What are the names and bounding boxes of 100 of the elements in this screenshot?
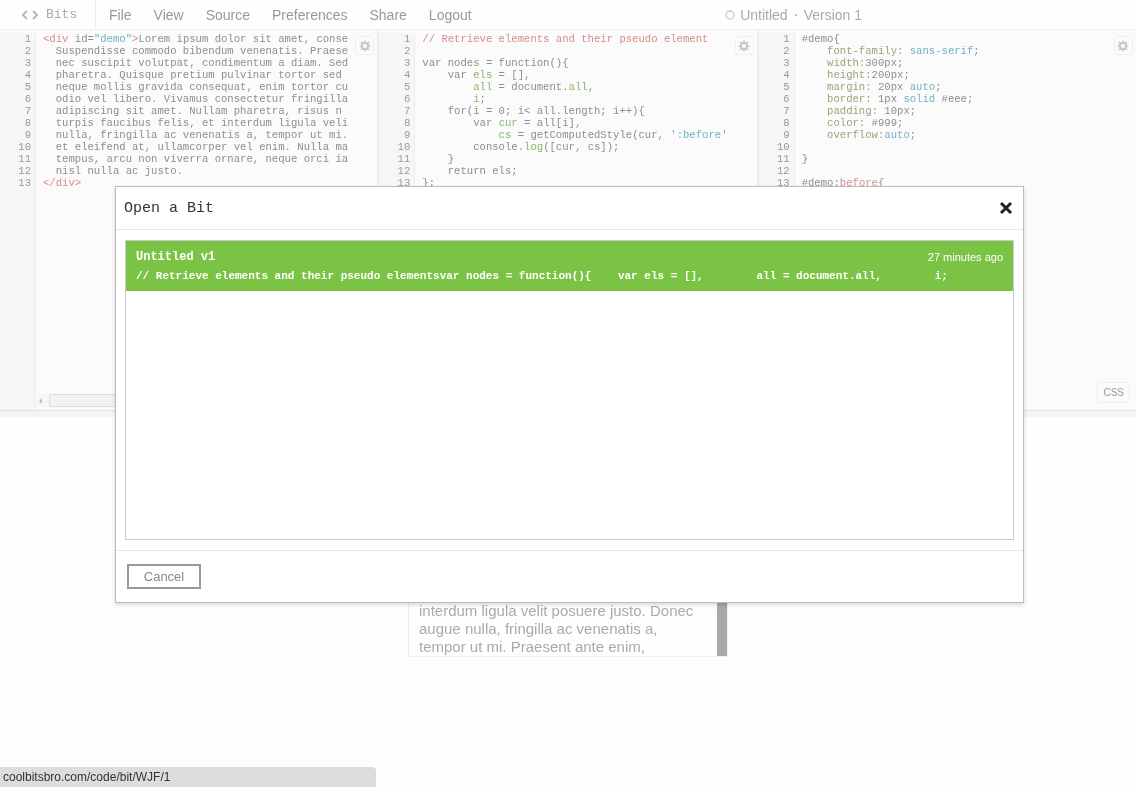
line-number: 7 [23, 105, 31, 117]
code-line: Suspendisse commodo bibendum venenatis. Praese [54, 45, 349, 57]
code-line: var els = [], [446, 69, 531, 81]
code-line: var cur = all[i], [472, 117, 582, 129]
line-number: 1 [23, 33, 31, 45]
line-number: 6 [23, 93, 31, 105]
line-number: 5 [23, 81, 31, 93]
code-line: width:300px; [826, 57, 904, 69]
line-number: 4 [402, 69, 411, 81]
code-line: border: 1px solid #eee; [826, 93, 974, 105]
code-line: turpis faucibus felis, et interdum ligula veli [54, 117, 349, 129]
code-line: pharetra. Quisque pretium pulvinar tortor sed [54, 69, 342, 81]
line-number: 12 [396, 165, 411, 177]
preview-text: augue nulla, fringilla ac venenatis a, [419, 620, 659, 638]
line-number: 13 [17, 177, 31, 189]
line-number: 5 [782, 81, 790, 93]
line-number: 12 [17, 165, 31, 177]
line-number: 13 [396, 177, 411, 189]
code-line: all = document.all, [472, 81, 594, 93]
code-line: neque mollis gravida consequat, enim tortor cu [54, 81, 349, 93]
line-number: 10 [775, 141, 790, 153]
code-line: nulla, fringilla ac venenatis a, tempor ut mi. [54, 129, 349, 141]
line-number: 11 [396, 153, 411, 165]
gear-icon [738, 39, 751, 52]
code-line: et eleifend at, ullamcorper vel enim. Nulla ma [54, 141, 349, 153]
line-number: 9 [23, 129, 31, 141]
line-number: 1 [782, 33, 790, 45]
code-line: </div> [43, 177, 82, 189]
settings-button[interactable] [355, 36, 375, 55]
code-line: } [801, 153, 808, 165]
close-button[interactable] [997, 199, 1015, 217]
line-number: 3 [402, 57, 411, 69]
arrow-left-icon[interactable] [37, 396, 45, 405]
line-number: 13 [775, 177, 790, 189]
line-number: 2 [23, 45, 31, 57]
code-line: odio vel libero. Vivamus consectetur fringilla [54, 93, 349, 105]
line-number: 7 [782, 105, 790, 117]
circle-icon [725, 9, 736, 20]
code-line: var nodes = function(){ [422, 57, 569, 69]
line-number: 9 [782, 129, 790, 141]
line-number: 4 [23, 69, 31, 81]
line-number: 8 [402, 117, 411, 129]
line-number: 10 [17, 141, 31, 153]
code-line: adipiscing sit amet. Nullam pharetra, risus n [54, 105, 342, 117]
bit-time: 27 minutes ago [927, 251, 1003, 263]
menu-item[interactable]: Preferences [261, 6, 359, 23]
code-line: tempus, arcu non viverra ornare, neque orci ia [54, 153, 349, 165]
line-number: 10 [396, 141, 411, 153]
menu-item[interactable]: View [142, 6, 195, 23]
line-number: 4 [782, 69, 790, 81]
code-line: nec suscipit volutpat, condimentum a diam. Sed [54, 57, 349, 69]
line-number: 8 [23, 117, 31, 129]
dialog-title: Open a Bit [124, 199, 214, 217]
line-number: 11 [17, 153, 31, 165]
code-line: <div id="demo">Lorem ipsum dolor sit amet, conse [43, 33, 349, 45]
app-logo: Bits [46, 7, 78, 22]
code-line: nisl nulla ac justo. [54, 165, 183, 177]
document-version: Version 1 [803, 6, 862, 23]
document-title: Untitled [740, 6, 788, 23]
status-bar: coolbitsbro.com/code/bit/WJF/1 [0, 767, 376, 787]
line-number: 5 [402, 81, 411, 93]
code-line: console.log([cur, cs]); [472, 141, 620, 153]
line-number: 6 [402, 93, 411, 105]
code-line: i; [472, 93, 486, 105]
code-line: font-family: sans-serif; [826, 45, 980, 57]
settings-button[interactable] [1114, 36, 1133, 55]
code-line: #demo{ [801, 33, 840, 45]
line-number: 6 [782, 93, 790, 105]
code-line: overflow:auto; [826, 129, 917, 141]
menu-item[interactable]: Source [194, 6, 261, 23]
line-number: 3 [782, 57, 790, 69]
code-line: for(i = 0; i< all.length; i++){ [446, 105, 645, 117]
line-number: 1 [402, 33, 411, 45]
code-line: return els; [446, 165, 518, 177]
line-number: 12 [775, 165, 790, 177]
menu-item[interactable]: File [98, 6, 143, 23]
code-line: padding: 10px; [826, 105, 917, 117]
code-line: color: #999; [826, 117, 904, 129]
bit-list-item[interactable]: Untitled v1 27 minutes ago // Retrieve elements and their pseudo elementsvar nodes = function(){ var els = [], all = document.all, i; [126, 241, 1013, 291]
code-line: height:200px; [826, 69, 910, 81]
gear-icon [1117, 39, 1130, 52]
cancel-button[interactable]: Cancel [127, 564, 201, 589]
line-number: 11 [775, 153, 790, 165]
code-line: // Retrieve elements and their pseudo element [422, 33, 709, 45]
menu-item[interactable]: Logout [417, 6, 483, 23]
settings-button[interactable] [734, 36, 754, 55]
line-number: 7 [402, 105, 411, 117]
code-line: cs = getComputedStyle(cur, ':before' [497, 129, 728, 141]
bit-preview: // Retrieve elements and their pseudo elementsvar nodes = function(){ var els = [], all = document.all, i; [136, 270, 949, 282]
code-icon [22, 9, 38, 20]
code-line: margin: 20px auto; [826, 81, 942, 93]
menu-item[interactable]: Share [358, 6, 418, 23]
code-line: } [446, 153, 455, 165]
line-number: 9 [402, 129, 411, 141]
line-number: 8 [782, 117, 790, 129]
preview-text: interdum ligula velit posuere justo. Donec [419, 602, 695, 620]
line-number: 2 [402, 45, 411, 57]
preview-text: tempor ut mi. Praesent ante enim, [419, 638, 646, 656]
bit-title: Untitled v1 [136, 250, 216, 264]
mode-label[interactable]: CSS [1097, 382, 1130, 403]
